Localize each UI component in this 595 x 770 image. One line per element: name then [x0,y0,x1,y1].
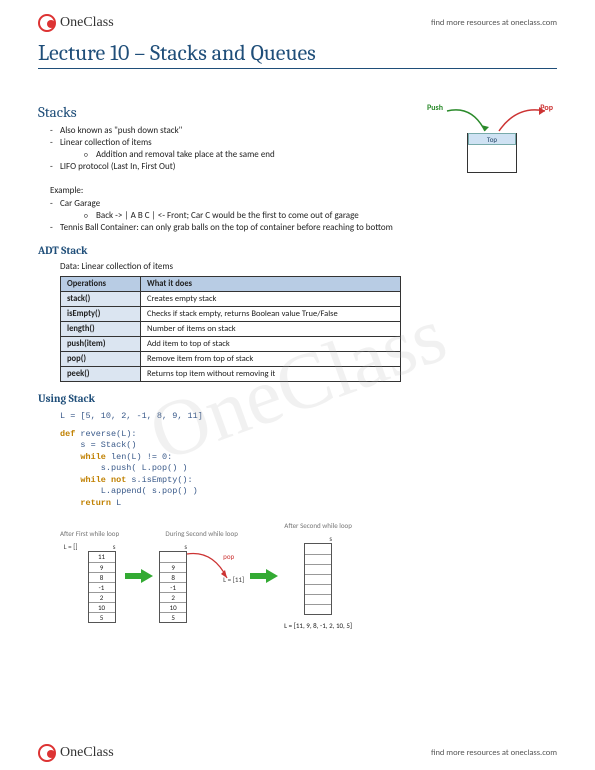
adt-data-label: Data: Linear collection of items [60,261,557,272]
stack-cell: 2 [89,592,115,602]
table-row: pop()Remove item from top of stack [61,352,401,367]
table-row: peek()Returns top item without removing … [61,367,401,382]
stack-cell [305,574,331,584]
desc-cell: Checks if stack empty, returns Boolean v… [141,307,401,322]
stack-cell: 2 [160,592,186,602]
using-heading: Using Stack [38,392,557,405]
op-cell: push(item) [61,337,141,352]
table-header-row: Operations What it does [61,277,401,292]
stacks-bullets: Also known as "push down stack" Linear c… [38,125,407,174]
brand-logo: OneClass [38,744,114,762]
table-row: length()Number of items on stack [61,322,401,337]
stack-top-cell: Top [468,133,516,145]
brand-name: OneClass [60,15,114,31]
table-header: What it does [141,277,401,292]
operations-table: Operations What it does stack()Creates e… [60,276,401,382]
op-cell: peek() [61,367,141,382]
bullet-text: Car Garage [60,198,100,209]
stack-cell [305,554,331,564]
desc-cell: Add item to top of stack [141,337,401,352]
table-header: Operations [61,277,141,292]
adt-heading: ADT Stack [38,244,557,257]
s-label: s [88,542,116,551]
s-label: s [304,534,332,543]
op-cell: stack() [61,292,141,307]
page-container: OneClass find more resources at oneclass… [0,0,595,640]
l-label: L = [] [64,542,78,551]
desc-cell: Number of items on stack [141,322,401,337]
brand-name: OneClass [60,745,114,761]
op-cell: isEmpty() [61,307,141,322]
pop-arrow-icon [183,550,233,590]
arrow-right-icon [250,569,278,583]
arrow-right-icon [125,569,153,583]
bullet-item: Car Garage Back -> | A B C | <- Front; C… [50,198,557,222]
loop-col-3: After Second while loop s L = [11, 9, 8 [284,521,352,630]
desc-cell: Returns top item without removing it [141,367,401,382]
loop-title: After Second while loop [284,521,352,530]
desc-cell: Remove item from top of stack [141,352,401,367]
loop-title: During Second while loop [165,529,237,538]
table-row: stack()Creates empty stack [61,292,401,307]
bullet-item: Linear collection of items Addition and … [50,137,407,161]
stack-cell [305,564,331,574]
mini-stack [304,543,332,615]
mini-stack: 11 9 8 -1 2 10 5 [88,551,116,623]
op-cell: length() [61,322,141,337]
stack-cell: 5 [89,612,115,622]
page-header: OneClass find more resources at oneclass… [38,14,557,32]
logo-icon [38,744,56,762]
stack-cell [305,604,331,614]
op-cell: pop() [61,352,141,367]
bullet-item: LIFO protocol (Last In, First Out) [50,161,407,173]
header-link[interactable]: find more resources at oneclass.com [431,18,557,28]
page-title: Lecture 10 – Stacks and Queues [38,40,557,69]
loop-title: After First while loop [60,529,119,538]
stack-cell: 8 [89,572,115,582]
footer-link[interactable]: find more resources at oneclass.com [431,748,557,758]
stack-cell: 10 [89,602,115,612]
stack-cell: 10 [160,602,186,612]
code-function: def reverse(L): s = Stack() while len(L)… [60,429,557,509]
loop-col-2: During Second while loop s 9 8 -1 2 10 5 [159,529,244,623]
stack-cell [305,544,331,554]
brand-logo: OneClass [38,14,114,32]
stack-cell [305,594,331,604]
logo-icon [38,14,56,32]
stack-cell: -1 [89,582,115,592]
stack-box: Top [467,133,517,173]
stack-cell: 5 [160,612,186,622]
stacks-section: Stacks Also known as "push down stack" L… [38,97,557,177]
sub-bullet-item: Addition and removal take place at the s… [84,149,407,161]
desc-cell: Creates empty stack [141,292,401,307]
bullet-item: Also known as "push down stack" [50,125,407,137]
stack-cell: 9 [89,562,115,572]
sub-bullet-item: Back -> | A B C | <- Front; Car C would … [84,210,557,222]
stacks-heading: Stacks [38,103,407,121]
example-label: Example: [50,185,557,196]
stack-cell [305,584,331,594]
loop-col-1: After First while loop L = [] s 11 9 8 -… [60,529,119,623]
code-list-def: L = [5, 10, 2, -1, 8, 9, 11] [60,411,557,422]
bullet-text: Linear collection of items [60,137,152,148]
example-bullets: Car Garage Back -> | A B C | <- Front; C… [38,198,557,234]
bullet-item: Tennis Ball Container: can only grab bal… [50,222,557,234]
loop-diagram: After First while loop L = [] s 11 9 8 -… [60,521,557,630]
stack-cell: 11 [89,552,115,562]
table-row: push(item)Add item to top of stack [61,337,401,352]
stack-diagram: Push Pop Top [417,97,557,177]
page-footer: OneClass find more resources at oneclass… [38,744,557,762]
result-label: L = [11, 9, 8, -1, 2, 10, 5] [284,621,352,630]
table-row: isEmpty()Checks if stack empty, returns … [61,307,401,322]
